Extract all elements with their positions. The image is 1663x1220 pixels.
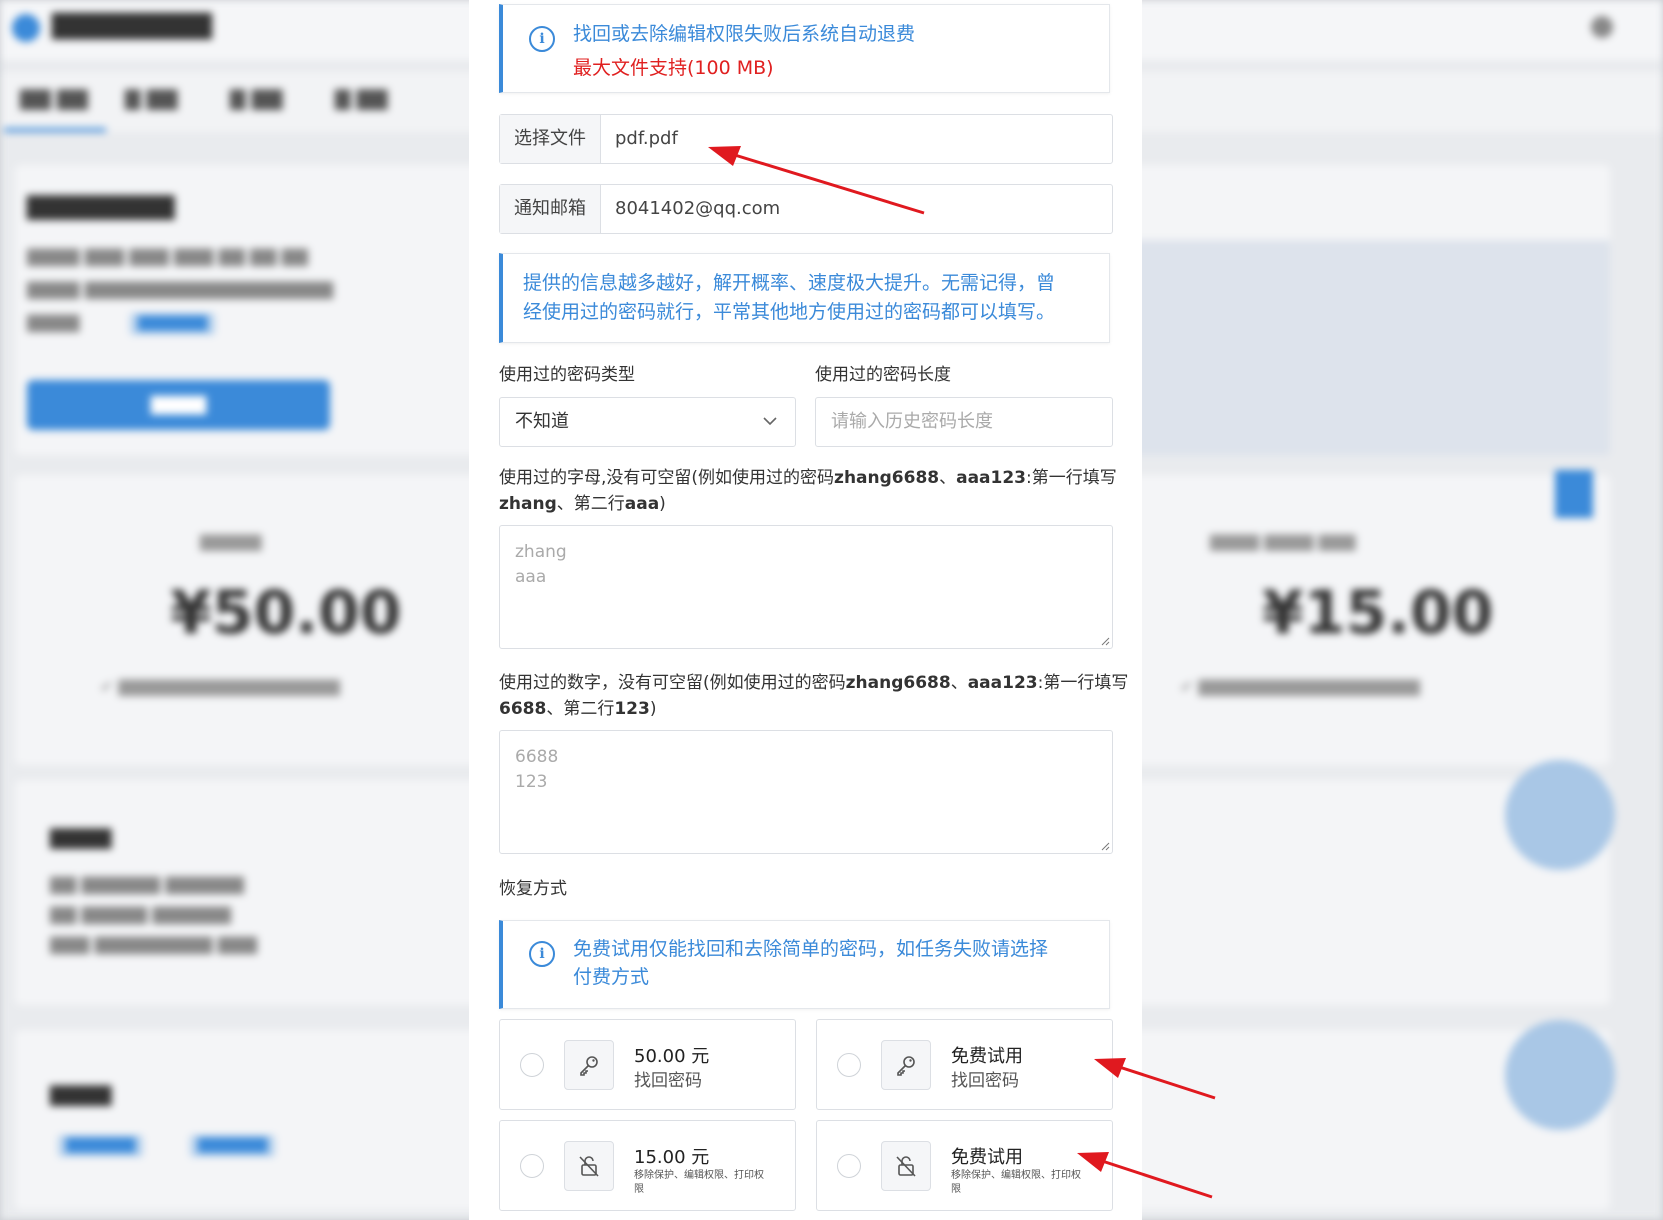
option-icon-box [881, 1040, 931, 1090]
theme-toggle-icon [1591, 16, 1613, 38]
option-title: 15.00 元 [634, 1147, 710, 1168]
bg-line: ▇▇ ▇▇▇▇▇ ▇▇▇▇▇▇ [50, 905, 231, 925]
bg-price-2: ¥15.00 [1262, 578, 1494, 648]
info-icon: i [529, 941, 555, 967]
max-size-text: 最大文件支持(100 MB) [573, 57, 774, 79]
digits-label: 使用过的数字，没有可空留(例如使用过的密码zhang6688、aaa123:第一… [499, 673, 1129, 719]
option-icon-box [564, 1141, 614, 1191]
bg-price-1: ¥50.00 [170, 578, 402, 648]
recovery-notice-line-2: 付费方式 [573, 966, 650, 988]
bg-brand: ▇▇▇▇▇▇▇▇ [52, 10, 212, 40]
letters-placeholder: zhang aaa [515, 542, 567, 587]
refund-notice: i 找回或去除编辑权限失败后系统自动退费 最大文件支持(100 MB) [499, 4, 1110, 93]
letters-textarea[interactable]: zhang aaa [499, 525, 1113, 649]
option-icon-box [564, 1040, 614, 1090]
password-length-input[interactable]: 请输入历史密码长度 [815, 397, 1113, 447]
email-value[interactable]: 8041402@qq.com [615, 185, 780, 233]
option-free-recover[interactable]: 免费试用 找回密码 [816, 1019, 1113, 1110]
digits-placeholder: 6688 123 [515, 747, 559, 792]
bg-caption: ✔ ▇▇▇▇▇▇▇▇▇▇▇▇▇▇▇▇▇▇ [100, 677, 340, 696]
form-panel: i 找回或去除编辑权限失败后系统自动退费 最大文件支持(100 MB) 选择文件… [469, 0, 1142, 1220]
logo-icon [12, 14, 40, 42]
option-icon-box [881, 1141, 931, 1191]
password-type-value: 不知道 [515, 411, 569, 432]
digits-textarea[interactable]: 6688 123 [499, 730, 1113, 854]
file-input[interactable]: 选择文件 pdf.pdf [499, 114, 1113, 164]
option-radio[interactable] [520, 1053, 544, 1077]
bg-line: ▇▇▇ ▇▇▇▇▇▇▇▇▇ ▇▇▇ [50, 935, 257, 955]
option-paid-unlock[interactable]: 15.00 元 移除保护、编辑权限、打印权限 [499, 1120, 796, 1211]
bg-upload-button: ▇▇▇▇ [27, 380, 330, 430]
hint-line-2: 经使用过的密码就行，平常其他地方使用过的密码都可以填写。 [523, 301, 1056, 323]
unlock-icon [579, 1156, 599, 1177]
hint-line-1: 提供的信息越多越好，解开概率、速度极大提升。无需记得，曾 [523, 272, 1056, 294]
option-radio[interactable] [837, 1154, 861, 1178]
recovery-label: 恢复方式 [499, 879, 567, 899]
bg-line: ▇▇▇▇ [27, 313, 80, 333]
bg-caption: ✔ ▇▇▇▇▇▇▇▇▇▇▇▇▇▇▇▇▇▇ [1180, 677, 1420, 696]
recovery-notice: i 免费试用仅能找回和去除简单的密码，如任务失败请选择 付费方式 [499, 920, 1110, 1009]
bg-contact-title: ▇▇▇▇ [50, 825, 112, 849]
bg-upload-title: ▇▇▇▇▇▇▇▇ [27, 192, 175, 220]
resize-handle-icon[interactable] [1100, 841, 1110, 851]
key-icon [580, 1056, 598, 1076]
option-subtitle: 移除保护、编辑权限、打印权限 [634, 1170, 764, 1195]
option-title: 免费试用 [951, 1147, 1023, 1168]
password-length-placeholder: 请输入历史密码长度 [831, 411, 993, 432]
bg-avatar [1505, 1020, 1615, 1130]
info-icon: i [529, 26, 555, 52]
bg-tag: ▇▇▇▇▇▇ [190, 1135, 276, 1157]
bg-avatar [1505, 760, 1615, 870]
option-title: 免费试用 [951, 1046, 1023, 1067]
bg-info-box [1125, 240, 1610, 455]
password-type-label: 使用过的密码类型 [499, 365, 635, 385]
file-name: pdf.pdf [615, 128, 678, 149]
letters-label: 使用过的字母,没有可空留(例如使用过的密码zhang6688、aaa123:第一… [499, 468, 1117, 514]
bg-line: ▇▇▇▇ ▇▇▇ ▇▇▇ ▇▇▇ ▇▇ ▇▇ ▇▇ [27, 247, 308, 267]
option-paid-recover[interactable]: 50.00 元 找回密码 [499, 1019, 796, 1110]
option-subtitle: 移除保护、编辑权限、打印权限 [951, 1170, 1081, 1195]
bg-line: ▇▇ ▇▇▇▇▇▇ ▇▇▇▇▇▇ [50, 875, 244, 895]
recovery-notice-line-1: 免费试用仅能找回和去除简单的密码，如任务失败请选择 [573, 938, 1049, 960]
bg-nav-underline [4, 128, 106, 132]
bg-caption: ▇▇▇▇▇ [200, 532, 262, 551]
bg-tags-title: ▇▇▇▇ [50, 1082, 112, 1106]
option-radio[interactable] [837, 1053, 861, 1077]
option-title: 50.00 元 [634, 1046, 710, 1067]
resize-handle-icon[interactable] [1100, 636, 1110, 646]
option-radio[interactable] [520, 1154, 544, 1178]
password-type-select[interactable]: 不知道 [499, 397, 796, 447]
email-label: 通知邮箱 [500, 185, 601, 233]
email-field[interactable]: 通知邮箱 8041402@qq.com [499, 184, 1113, 234]
key-icon [897, 1056, 915, 1076]
hint-notice: 提供的信息越多越好，解开概率、速度极大提升。无需记得，曾 经使用过的密码就行，平… [499, 253, 1110, 343]
unlock-icon [896, 1156, 916, 1177]
bookmark-icon [1555, 470, 1593, 518]
option-subtitle: 找回密码 [634, 1071, 702, 1091]
option-subtitle: 找回密码 [951, 1071, 1019, 1091]
bg-caption: ▇▇▇▇ ▇▇▇▇ ▇▇▇ [1210, 532, 1356, 551]
chevron-down-icon [763, 417, 777, 426]
bg-tag: ▇▇▇▇▇▇ [130, 313, 216, 335]
refund-notice-text: 找回或去除编辑权限失败后系统自动退费 [573, 23, 916, 45]
bg-line: ▇▇▇▇ ▇▇▇▇▇▇▇▇▇▇▇▇▇▇▇▇▇▇▇ [27, 280, 334, 300]
option-free-unlock[interactable]: 免费试用 移除保护、编辑权限、打印权限 [816, 1120, 1113, 1211]
password-length-label: 使用过的密码长度 [815, 365, 951, 385]
bg-tag: ▇▇▇▇▇▇ [58, 1135, 144, 1157]
file-choose-button[interactable]: 选择文件 [500, 115, 601, 163]
